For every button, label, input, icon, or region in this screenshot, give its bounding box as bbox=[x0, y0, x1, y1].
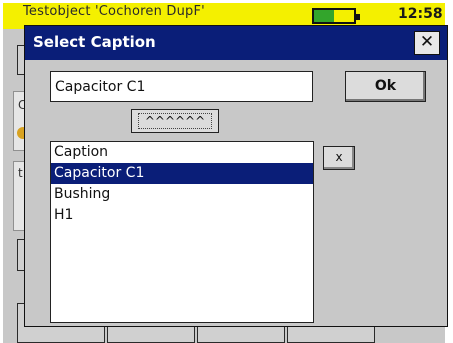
close-icon: ✕ bbox=[419, 32, 435, 52]
background-label-t: t bbox=[18, 166, 23, 180]
caption-input[interactable] bbox=[50, 71, 313, 102]
remove-caption-button[interactable]: x bbox=[323, 146, 355, 170]
list-item[interactable]: Bushing bbox=[51, 184, 313, 205]
ok-button[interactable]: Ok bbox=[345, 71, 426, 102]
list-item[interactable]: Caption bbox=[51, 142, 313, 163]
dialog-titlebar: Select Caption ✕ bbox=[25, 26, 447, 60]
battery-icon bbox=[312, 8, 360, 24]
caret-insert-label: ^^^^^^ bbox=[138, 113, 212, 129]
dialog-title: Select Caption bbox=[33, 33, 156, 51]
battery-level-fill bbox=[314, 10, 334, 22]
list-item[interactable]: H1 bbox=[51, 205, 313, 226]
select-caption-dialog: Select Caption ✕ Ok ^^^^^^ Caption Capac… bbox=[24, 25, 448, 327]
close-button[interactable]: ✕ bbox=[414, 31, 440, 55]
battery-tip bbox=[356, 14, 360, 20]
caret-insert-button[interactable]: ^^^^^^ bbox=[131, 109, 219, 133]
list-item-selected[interactable]: Capacitor C1 bbox=[51, 163, 313, 184]
caption-list[interactable]: Caption Capacitor C1 Bushing H1 bbox=[50, 141, 314, 323]
clock: 12:58 bbox=[398, 6, 443, 22]
app-title: Testobject 'Cochoren DupF' bbox=[23, 4, 205, 19]
